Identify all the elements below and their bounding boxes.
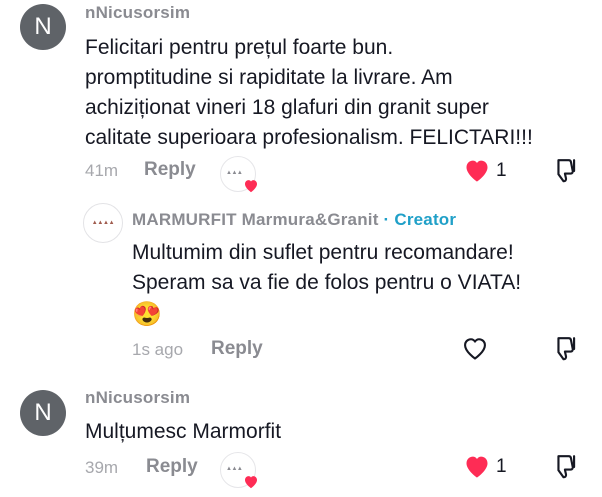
reply-button[interactable]: Reply [146, 456, 198, 478]
creator-liked-badge: ▲▲▲ [220, 452, 257, 489]
comment-username[interactable]: nNicusorsim [85, 388, 190, 408]
creator-avatar[interactable]: ▲▲▲▲ [83, 203, 123, 243]
comment-username[interactable]: MARMURFIT Marmura&Granit [132, 210, 379, 229]
comment-text-line: achiziționat vineri 18 glafuri din grani… [85, 96, 489, 119]
comment-text-line: calitate superioara profesionalism. FELI… [85, 126, 533, 149]
dislike-icon[interactable] [553, 453, 579, 481]
creator-badge: Creator [394, 210, 457, 229]
like-count: 1 [496, 160, 507, 181]
heart-filled-icon[interactable] [463, 453, 491, 479]
creator-username-line: MARMURFIT Marmura&Granit · Creator [132, 210, 456, 230]
heart-eyes-emoji: 😍 [132, 301, 162, 328]
like-count: 1 [496, 456, 507, 477]
reply-button[interactable]: Reply [144, 159, 196, 181]
comment-text: Multumim din suflet pentru recomandare! … [132, 238, 521, 332]
heart-filled-icon [245, 476, 257, 489]
comment-text: Felicitari pentru prețul foarte bun. pro… [85, 33, 533, 153]
comment-text-line: Felicitari pentru prețul foarte bun. [85, 36, 394, 59]
heart-outline-icon[interactable] [461, 335, 489, 361]
reply-button[interactable]: Reply [211, 338, 263, 360]
comment-username[interactable]: nNicusorsim [85, 3, 190, 23]
dislike-icon[interactable] [553, 157, 579, 185]
comment-text-line: promptitudine si rapiditate la livrare. … [85, 66, 453, 89]
heart-filled-icon [245, 180, 257, 193]
creator-logo-icon: ▲▲▲ [226, 170, 243, 176]
comment-text-line: Mulțumesc Marmorfit [85, 420, 282, 443]
comment-text-line: Speram sa va fie de folos pentru o VIATA… [132, 271, 522, 294]
creator-logo-icon: ▲▲▲▲ [91, 220, 115, 226]
comment-text: Mulțumesc Marmorfit [85, 417, 281, 447]
comment-timestamp: 41m [85, 161, 119, 180]
avatar[interactable]: N [20, 390, 66, 436]
comment-timestamp: 1s ago [132, 340, 184, 359]
separator: · [383, 210, 390, 229]
avatar[interactable]: N [20, 4, 66, 50]
comment-text-line: Multumim din suflet pentru recomandare! [132, 241, 514, 264]
comment-timestamp: 39m [85, 458, 119, 477]
dislike-icon[interactable] [553, 335, 579, 363]
creator-liked-badge: ▲▲▲ [220, 156, 257, 193]
heart-filled-icon[interactable] [463, 157, 491, 183]
creator-logo-icon: ▲▲▲ [226, 466, 243, 472]
